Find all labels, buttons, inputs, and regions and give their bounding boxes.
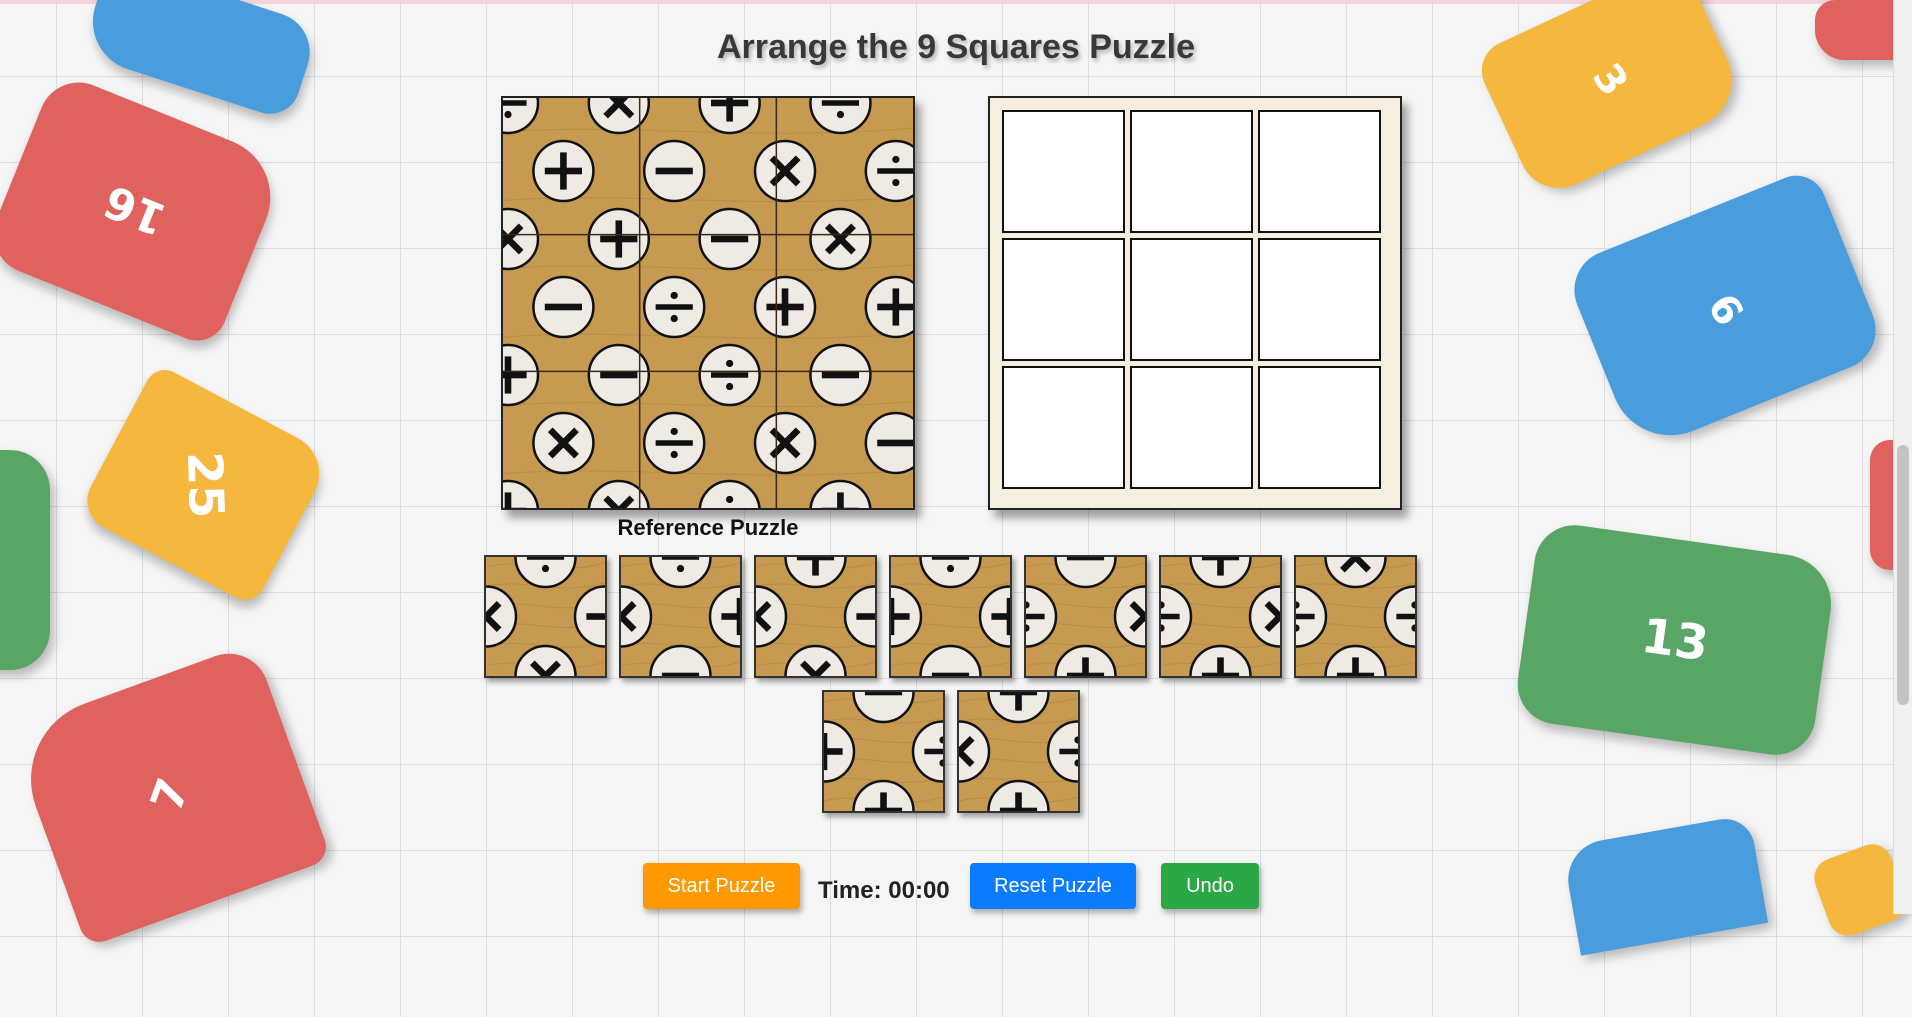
- minus-symbol-icon: [810, 345, 870, 405]
- piece-9-image: [959, 692, 1078, 811]
- plus-symbol-icon: [755, 277, 815, 337]
- deco-piece-yellow-25: 25: [77, 363, 333, 607]
- deco-piece-red-7: 7: [9, 642, 332, 947]
- divide-symbol-icon: [644, 277, 704, 337]
- puzzle-piece-8[interactable]: [822, 690, 945, 813]
- timer-label: Time:: [818, 877, 882, 904]
- puzzle-piece-2[interactable]: [619, 555, 742, 678]
- puzzle-piece-1[interactable]: [484, 555, 607, 678]
- deco-piece-blue-bottomright: [1562, 814, 1768, 955]
- deco-piece-red-16: 16: [0, 70, 288, 349]
- page-title: Arrange the 9 Squares Puzzle: [0, 28, 1912, 67]
- puzzle-piece-4[interactable]: [889, 555, 1012, 678]
- minus-symbol-icon: [700, 209, 760, 269]
- puzzle-piece-3[interactable]: [754, 555, 877, 678]
- minus-symbol-icon: [866, 413, 913, 473]
- minus-symbol-icon: [644, 141, 704, 201]
- piece-2-image: [621, 557, 740, 676]
- times-symbol-icon: [533, 413, 593, 473]
- reference-puzzle-board: [501, 96, 915, 510]
- divide-symbol-icon: [700, 345, 760, 405]
- piece-7-image: [1296, 557, 1415, 676]
- assembly-board: [988, 96, 1402, 510]
- divide-symbol-icon: [644, 413, 704, 473]
- undo-button[interactable]: Undo: [1161, 863, 1259, 909]
- reference-puzzle-label: Reference Puzzle: [501, 515, 915, 541]
- reset-puzzle-button[interactable]: Reset Puzzle: [970, 863, 1136, 909]
- reference-puzzle-image: [503, 98, 913, 508]
- minus-symbol-icon: [533, 277, 593, 337]
- puzzle-piece-6[interactable]: [1159, 555, 1282, 678]
- drop-slot-4[interactable]: [1002, 238, 1125, 361]
- start-puzzle-button[interactable]: Start Puzzle: [643, 863, 800, 909]
- divide-symbol-icon: [866, 141, 913, 201]
- vertical-scrollbar[interactable]: [1893, 0, 1912, 914]
- puzzle-piece-9[interactable]: [957, 690, 1080, 813]
- piece-5-image: [1026, 557, 1145, 676]
- deco-number-16: 16: [0, 70, 288, 349]
- piece-6-image: [1161, 557, 1280, 676]
- times-symbol-icon: [755, 413, 815, 473]
- drop-slot-3[interactable]: [1258, 110, 1381, 233]
- drop-slot-1[interactable]: [1002, 110, 1125, 233]
- puzzle-piece-5[interactable]: [1024, 555, 1147, 678]
- piece-3-image: [756, 557, 875, 676]
- deco-piece-green-13: 13: [1513, 520, 1838, 760]
- times-symbol-icon: [755, 141, 815, 201]
- timer-display: Time: 00:00: [818, 877, 950, 905]
- drop-slot-7[interactable]: [1002, 366, 1125, 489]
- piece-1-image: [486, 557, 605, 676]
- drop-slot-9[interactable]: [1258, 366, 1381, 489]
- piece-8-image: [824, 692, 943, 811]
- timer-value: 00:00: [888, 877, 949, 904]
- drop-slot-8[interactable]: [1130, 366, 1253, 489]
- deco-number-25: 25: [117, 382, 294, 588]
- plus-symbol-icon: [866, 277, 913, 337]
- times-symbol-icon: [810, 209, 870, 269]
- deco-number-7: 7: [17, 634, 322, 957]
- deco-number-13: 13: [1513, 520, 1838, 760]
- drop-slot-5[interactable]: [1130, 238, 1253, 361]
- plus-symbol-icon: [533, 141, 593, 201]
- drop-slot-6[interactable]: [1258, 238, 1381, 361]
- scrollbar-thumb[interactable]: [1897, 445, 1909, 705]
- drop-slot-2[interactable]: [1130, 110, 1253, 233]
- deco-piece-green-left: [0, 450, 50, 670]
- piece-4-image: [891, 557, 1010, 676]
- puzzle-piece-7[interactable]: [1294, 555, 1417, 678]
